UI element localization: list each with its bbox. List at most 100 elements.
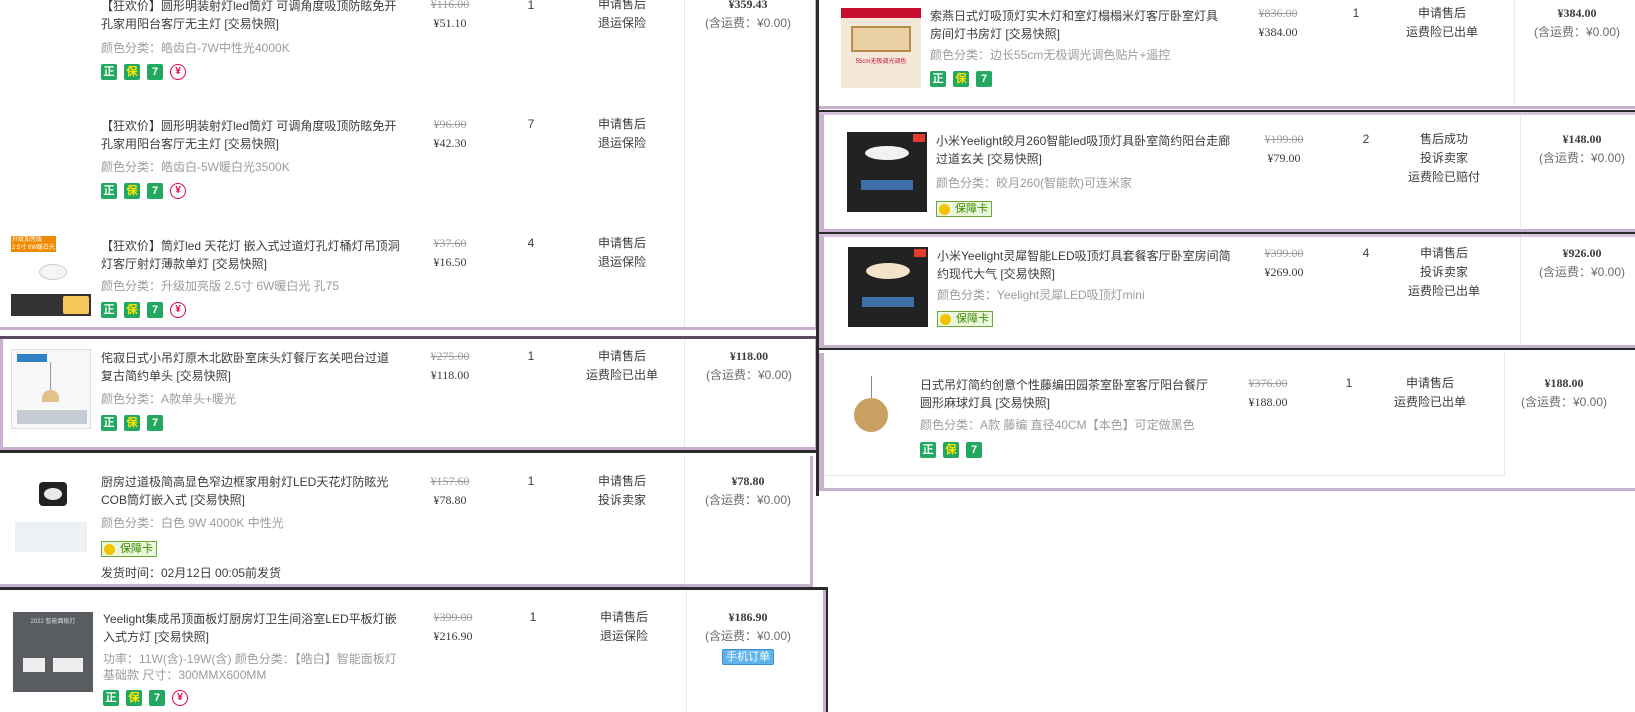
- order-total: ¥148.00 (含运费：¥0.00): [1522, 130, 1635, 168]
- guarantee-icon[interactable]: 保: [943, 442, 959, 458]
- authentic-icon[interactable]: 正: [101, 183, 117, 199]
- seven-day-return-icon[interactable]: 7: [147, 415, 163, 431]
- price-protect-icon[interactable]: ¥: [170, 183, 186, 199]
- paid-price: ¥384.00: [1258, 25, 1298, 39]
- paid-price: ¥79.00: [1267, 151, 1301, 165]
- paid-price: ¥216.90: [433, 629, 473, 643]
- return-insurance-link[interactable]: 退运保险: [567, 134, 677, 153]
- product-sku: 颜色分类：白色 9W 4000K 中性光: [101, 516, 284, 530]
- guarantee-icon[interactable]: 保: [124, 64, 140, 80]
- authentic-icon[interactable]: 正: [101, 64, 117, 80]
- seven-day-return-icon[interactable]: 7: [149, 690, 165, 706]
- product-thumbnail[interactable]: [848, 247, 928, 327]
- guarantee-card-badge[interactable]: 保障卡: [937, 311, 993, 327]
- guarantee-card-badge[interactable]: 保障卡: [936, 201, 992, 217]
- order-total: ¥186.90 (含运费：¥0.00) 手机订单: [688, 608, 808, 666]
- paid-price: ¥51.10: [433, 16, 467, 30]
- product-sku: 颜色分类：升级加亮版 2.5寸 6W暖白光 孔75: [101, 279, 340, 293]
- product-thumbnail[interactable]: [847, 132, 927, 212]
- shipping-insurance-status: 运费险已出单: [585, 368, 658, 382]
- price-protect-icon[interactable]: ¥: [170, 302, 186, 318]
- apply-after-sale-link[interactable]: 申请售后: [567, 472, 677, 491]
- product-thumbnail[interactable]: [832, 374, 912, 454]
- apply-after-sale-link[interactable]: 申请售后: [1387, 4, 1497, 23]
- guarantee-icon[interactable]: 保: [126, 690, 142, 706]
- order-item: 升级加亮版 2.5寸 6W暖白光 【狂欢价】筒灯led 天花灯 嵌入式过道灯孔灯…: [0, 220, 685, 327]
- product-title-link[interactable]: 小米Yeelight灵犀智能LED吸顶灯具套餐客厅卧室房间简约现代大气 [交易快…: [937, 247, 1233, 283]
- price-protect-icon[interactable]: ¥: [170, 64, 186, 80]
- after-sale-actions: 售后成功 投诉卖家 运费险已赔付: [1389, 130, 1499, 187]
- shipping-insurance-status: 运费险已出单: [1407, 284, 1480, 298]
- order-total: ¥78.80 (含运费：¥0.00): [688, 472, 808, 510]
- thumb-caption: 55cm无极调光调色: [855, 59, 907, 65]
- product-title-link[interactable]: 日式吊灯简约创意个性藤编田园茶室卧室客厅阳台餐厅圆形麻球灯具 [交易快照]: [920, 376, 1215, 412]
- shipping-deadline: 发货时间：02月12日 00:05前发货: [101, 566, 282, 580]
- total-amount: ¥188.00: [1544, 376, 1584, 390]
- apply-after-sale-link[interactable]: 申请售后: [569, 608, 679, 627]
- return-insurance-link[interactable]: 退运保险: [567, 14, 677, 33]
- order-total: ¥926.00 (含运费：¥0.00): [1522, 244, 1635, 282]
- apply-after-sale-link[interactable]: 申请售后: [1375, 374, 1485, 393]
- apply-after-sale-link[interactable]: 申请售后: [567, 234, 677, 253]
- after-sale-success-link[interactable]: 售后成功: [1389, 130, 1499, 149]
- seven-day-return-icon[interactable]: 7: [147, 64, 163, 80]
- guarantee-icon[interactable]: 保: [953, 71, 969, 87]
- unit-price: ¥116.00 ¥51.10: [415, 0, 485, 33]
- order-total: ¥384.00 (含运费：¥0.00): [1517, 4, 1635, 42]
- product-title-link[interactable]: 【狂欢价】圆形明装射灯led筒灯 可调角度吸顶防眩免开孔家用阳台客厅无主灯 [交…: [101, 117, 401, 153]
- product-title-link[interactable]: 侘寂日式小吊灯原木北欧卧室床头灯餐厅玄关吧台过道复古简约单头 [交易快照]: [101, 349, 396, 385]
- product-title-link[interactable]: 厨房过道极简高显色窄边框家用射灯LED天花灯防眩光COB筒灯嵌入式 [交易快照]: [101, 473, 401, 509]
- product-title-link[interactable]: 索燕日式灯吸顶灯实木灯和室灯榻榻米灯客厅卧室灯具房间灯书房灯 [交易快照]: [930, 7, 1220, 43]
- guarantee-icon[interactable]: 保: [124, 183, 140, 199]
- product-thumbnail[interactable]: 55cm无极调光调色: [841, 8, 921, 88]
- product-thumbnail[interactable]: [11, 349, 91, 429]
- after-sale-actions: 申请售后 运费险已出单: [1375, 374, 1485, 412]
- paid-price: ¥42.30: [433, 136, 467, 150]
- product-title-link[interactable]: 【狂欢价】筒灯led 天花灯 嵌入式过道灯孔灯桶灯吊顶洞灯客厅射灯薄款单灯 [交…: [101, 237, 401, 273]
- unit-price: ¥199.00 ¥79.00: [1249, 130, 1319, 168]
- shipping-insurance-status: 运费险已出单: [1405, 25, 1478, 39]
- product-title-link[interactable]: 小米Yeelight皎月260智能led吸顶灯具卧室简约阳台走廊过道玄关 [交易…: [936, 132, 1232, 168]
- seven-day-return-icon[interactable]: 7: [147, 302, 163, 318]
- authentic-icon[interactable]: 正: [101, 302, 117, 318]
- order-total: ¥118.00 (含运费：¥0.00): [689, 347, 809, 385]
- product-title-link[interactable]: 【狂欢价】圆形明装射灯led筒灯 可调角度吸顶防眩免开孔家用阳台客厅无主灯 [交…: [101, 0, 401, 33]
- total-amount: ¥359.43: [728, 0, 768, 11]
- authentic-icon[interactable]: 正: [101, 415, 117, 431]
- thumb-caption: 升级加亮版: [12, 237, 43, 243]
- unit-price: ¥157.60 ¥78.80: [415, 472, 485, 510]
- guarantee-card-badge[interactable]: 保障卡: [101, 541, 157, 557]
- paid-price: ¥16.50: [433, 255, 467, 269]
- authentic-icon[interactable]: 正: [103, 690, 119, 706]
- apply-after-sale-link[interactable]: 申请售后: [567, 115, 677, 134]
- authentic-icon[interactable]: 正: [930, 71, 946, 87]
- service-badges: 正 保 7 ¥: [101, 183, 186, 200]
- apply-after-sale-link[interactable]: 申请售后: [567, 0, 677, 14]
- seven-day-return-icon[interactable]: 7: [147, 183, 163, 199]
- product-thumbnail[interactable]: 2022 智能面板灯: [13, 612, 93, 692]
- mobile-order-tag: 手机订单: [722, 649, 774, 665]
- product-thumbnail[interactable]: 升级加亮版 2.5寸 6W暖白光: [11, 236, 91, 316]
- product-thumbnail[interactable]: [11, 476, 91, 556]
- authentic-icon[interactable]: 正: [920, 442, 936, 458]
- original-price: ¥399.00: [1264, 246, 1304, 260]
- return-insurance-link[interactable]: 退运保险: [567, 253, 677, 272]
- complain-seller-link[interactable]: 投诉卖家: [1389, 263, 1499, 282]
- price-protect-icon[interactable]: ¥: [172, 690, 188, 706]
- order-item: 【狂欢价】圆形明装射灯led筒灯 可调角度吸顶防眩免开孔家用阳台客厅无主灯 [交…: [0, 101, 685, 220]
- guarantee-icon[interactable]: 保: [124, 415, 140, 431]
- product-title-link[interactable]: Yeelight集成吊顶面板灯厨房灯卫生间浴室LED平板灯嵌入式方灯 [交易快照…: [103, 610, 403, 646]
- complain-seller-link[interactable]: 投诉卖家: [567, 491, 677, 510]
- shipping-insurance-status: 运费险已出单: [1393, 395, 1466, 409]
- guarantee-icon[interactable]: 保: [124, 302, 140, 318]
- seven-day-return-icon[interactable]: 7: [976, 71, 992, 87]
- apply-after-sale-link[interactable]: 申请售后: [1389, 244, 1499, 263]
- product-sku: 颜色分类：皓齿白-7W中性光4000K: [101, 41, 290, 55]
- complain-seller-link[interactable]: 投诉卖家: [1389, 149, 1499, 168]
- return-insurance-link[interactable]: 退运保险: [569, 627, 679, 646]
- seven-day-return-icon[interactable]: 7: [966, 442, 982, 458]
- original-price: ¥157.60: [430, 474, 470, 488]
- after-sale-actions: 申请售后 退运保险: [567, 115, 677, 153]
- apply-after-sale-link[interactable]: 申请售后: [567, 347, 677, 366]
- total-amount: ¥384.00: [1557, 6, 1597, 20]
